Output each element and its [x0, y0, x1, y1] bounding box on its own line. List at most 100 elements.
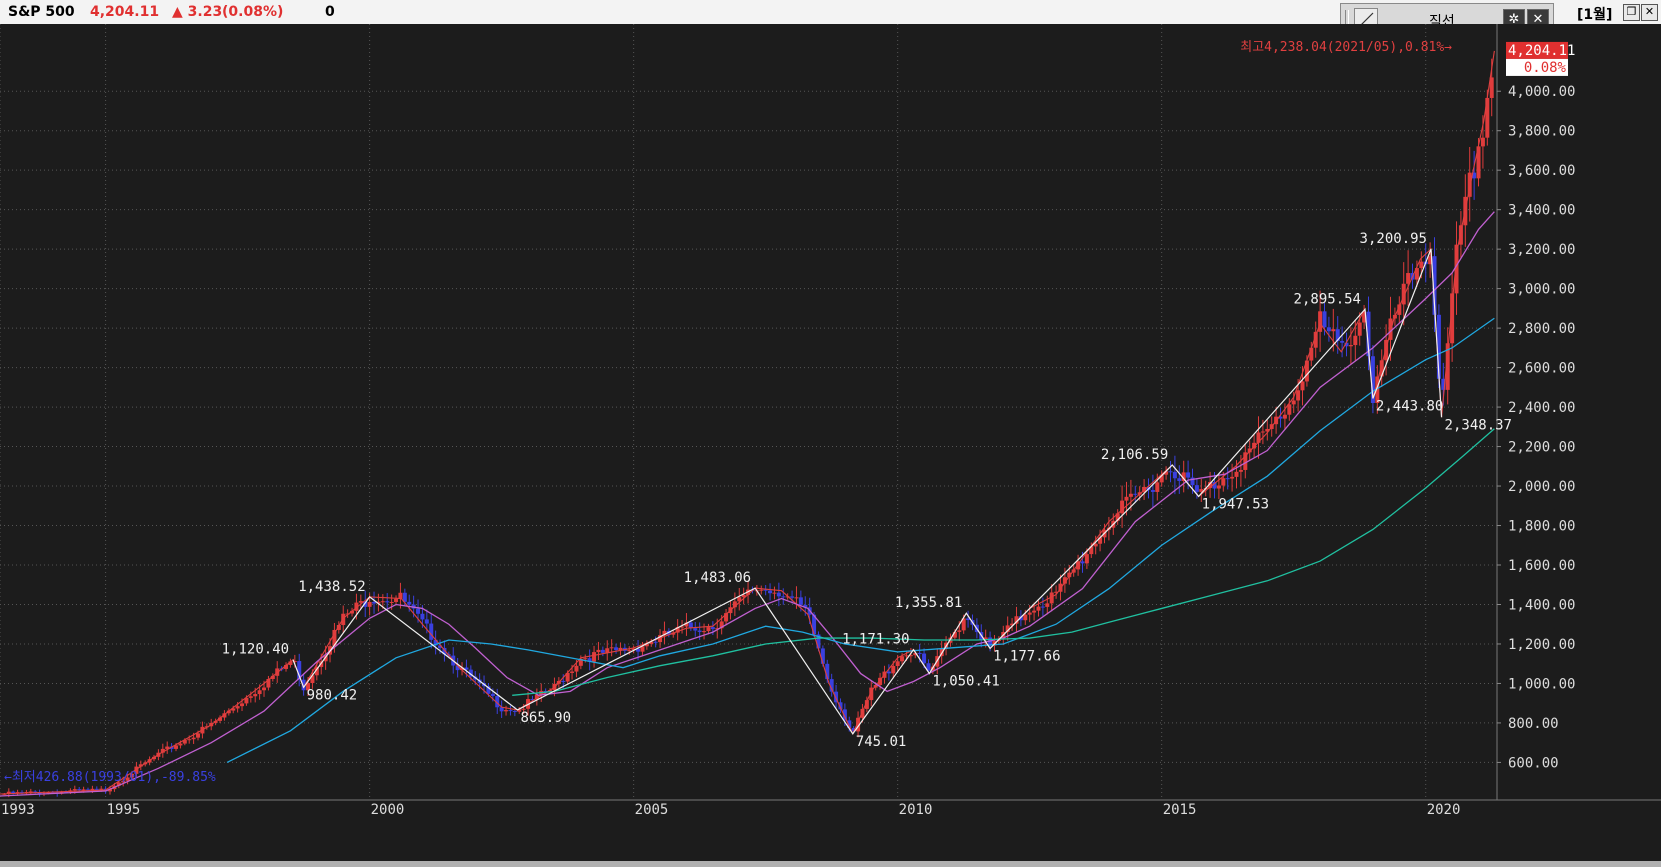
- swing-high-label: 1,355.81: [895, 595, 962, 611]
- symbol-name: S&P 500: [8, 4, 75, 20]
- swing-high-label: 1,171.30: [842, 632, 909, 648]
- volume-value: 0: [325, 4, 335, 20]
- y-tick-label: 2,000.00: [1508, 479, 1575, 495]
- y-tick-label: 1,400.00: [1508, 597, 1575, 613]
- price-change: ▲ 3.23: [172, 4, 223, 20]
- swing-high-label: 1,438.52: [298, 579, 365, 595]
- candle-down: [77, 789, 82, 791]
- candle-down: [781, 596, 786, 598]
- swing-high-label: 2,895.54: [1294, 291, 1361, 307]
- swing-low-label: 745.01: [856, 734, 907, 750]
- swing-high-label: 3,200.95: [1360, 231, 1427, 247]
- candle-up: [592, 652, 597, 662]
- candle-down: [385, 601, 390, 603]
- candle-down: [429, 623, 434, 640]
- y-tick-label: 600.00: [1508, 755, 1559, 771]
- candle-up: [1216, 485, 1221, 489]
- candle-down: [768, 590, 773, 594]
- period-selector[interactable]: [1월]: [1577, 4, 1612, 24]
- y-tick-label: 3,200.00: [1508, 242, 1575, 258]
- price-chart[interactable]: 600.00 800.00 1,000.00 1,200.00 1,400.00 1,60…: [0, 24, 1661, 861]
- swing-low-label: 980.42: [307, 687, 358, 703]
- candle-up: [257, 690, 262, 695]
- candle-up: [1045, 603, 1050, 607]
- candle-up: [99, 788, 104, 790]
- candle-down: [1322, 311, 1327, 328]
- candle-up: [1458, 225, 1463, 245]
- candle-up: [1353, 335, 1358, 346]
- candle-up: [706, 627, 711, 632]
- candle-down: [763, 589, 768, 591]
- candle-down: [490, 693, 495, 696]
- candle-up: [1260, 431, 1265, 433]
- candle-down: [776, 592, 781, 597]
- candle-up: [253, 694, 258, 697]
- candle-up: [1291, 400, 1296, 405]
- restore-icon[interactable]: ❐: [1623, 4, 1640, 21]
- scrollbar[interactable]: [0, 861, 1661, 867]
- swing-low-label: 1,050.41: [932, 673, 999, 689]
- candle-up: [900, 656, 905, 662]
- candle-up: [1357, 322, 1362, 336]
- candle-down: [1326, 327, 1331, 332]
- y-tick-label: 3,000.00: [1508, 282, 1575, 298]
- candle-up: [1234, 471, 1239, 477]
- swing-low-label: 1,177.66: [993, 648, 1060, 664]
- candle-up: [759, 589, 764, 591]
- candle-up: [367, 602, 372, 607]
- y-tick-label: 1,200.00: [1508, 637, 1575, 653]
- current-pct-tag: 0.08%: [1524, 60, 1567, 76]
- swing-high-label: 1,120.40: [222, 642, 289, 658]
- candle-down: [416, 608, 421, 614]
- y-tick-label: 1,600.00: [1508, 558, 1575, 574]
- candle-down: [1186, 472, 1191, 478]
- candle-down: [508, 710, 513, 712]
- candle-up: [72, 789, 77, 791]
- candle-down: [94, 788, 99, 790]
- candle-up: [1128, 493, 1133, 497]
- y-tick-label: 2,400.00: [1508, 400, 1575, 416]
- candle-down: [1340, 341, 1345, 343]
- current-price-tag: 4,204.11: [1508, 43, 1575, 59]
- candle-up: [904, 655, 909, 657]
- candle-up: [596, 649, 601, 653]
- candle-up: [398, 592, 403, 599]
- candle-down: [693, 628, 698, 631]
- swing-high-label: 2,106.59: [1101, 447, 1168, 463]
- candle-up: [895, 661, 900, 666]
- x-tick-label: 1993: [1, 802, 35, 818]
- candle-down: [600, 649, 605, 653]
- candle-down: [886, 671, 891, 674]
- candle-down: [407, 601, 412, 605]
- candle-up: [891, 665, 896, 674]
- candle-up: [235, 706, 240, 709]
- candle-down: [653, 641, 658, 643]
- all-time-high-note: 최고4,238.04(2021/05),0.81%→: [1240, 40, 1452, 55]
- y-tick-label: 3,800.00: [1508, 124, 1575, 140]
- swing-low-label: 2,348.37: [1445, 417, 1512, 433]
- y-tick-label: 2,800.00: [1508, 321, 1575, 337]
- candle-up: [1348, 345, 1353, 347]
- candle-up: [240, 703, 245, 707]
- x-tick-label: 2005: [635, 802, 669, 818]
- candle-up: [1419, 261, 1424, 269]
- close-icon[interactable]: ✕: [1641, 4, 1658, 21]
- candle-up: [1023, 614, 1028, 621]
- candle-down: [1172, 471, 1177, 479]
- y-tick-label: 800.00: [1508, 716, 1559, 732]
- y-tick-label: 3,600.00: [1508, 163, 1575, 179]
- candle-up: [380, 601, 385, 603]
- candle-up: [1036, 606, 1041, 611]
- candle-up: [1296, 390, 1301, 401]
- candle-up: [262, 687, 267, 691]
- all-time-low-note: ←최저426.88(1993/01),-89.85%: [4, 770, 216, 785]
- candle-up: [1027, 612, 1032, 615]
- swing-low-label: 1,947.53: [1202, 496, 1269, 512]
- candle-up: [957, 630, 962, 632]
- candle-up: [248, 696, 253, 698]
- candle-up: [1221, 478, 1226, 486]
- candle-down: [1040, 606, 1045, 608]
- price-change-percent: (0.08%): [222, 4, 284, 20]
- candle-up: [1406, 273, 1411, 284]
- candle-up: [1124, 496, 1129, 501]
